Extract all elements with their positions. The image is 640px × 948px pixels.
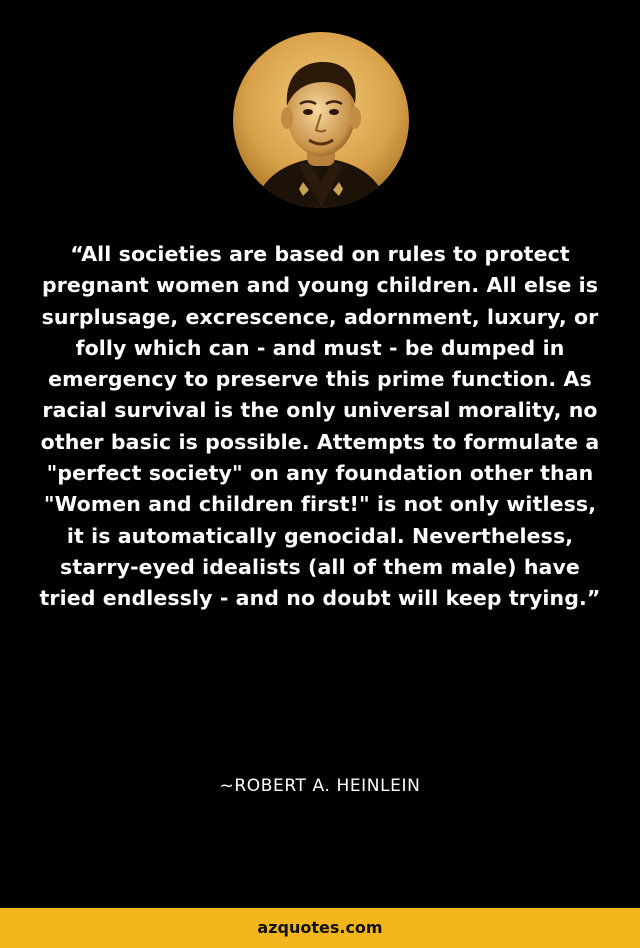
site-link[interactable]: azquotes.com <box>257 908 382 948</box>
author-portrait <box>233 32 409 208</box>
author-portrait-icon <box>233 32 409 208</box>
quote-text: “All societies are based on rules to pro… <box>39 242 601 611</box>
quote-card: “All societies are based on rules to pro… <box>0 0 640 948</box>
site-footer-bar: azquotes.com <box>0 908 640 948</box>
author-name: ~ROBERT A. HEINLEIN <box>219 776 421 796</box>
